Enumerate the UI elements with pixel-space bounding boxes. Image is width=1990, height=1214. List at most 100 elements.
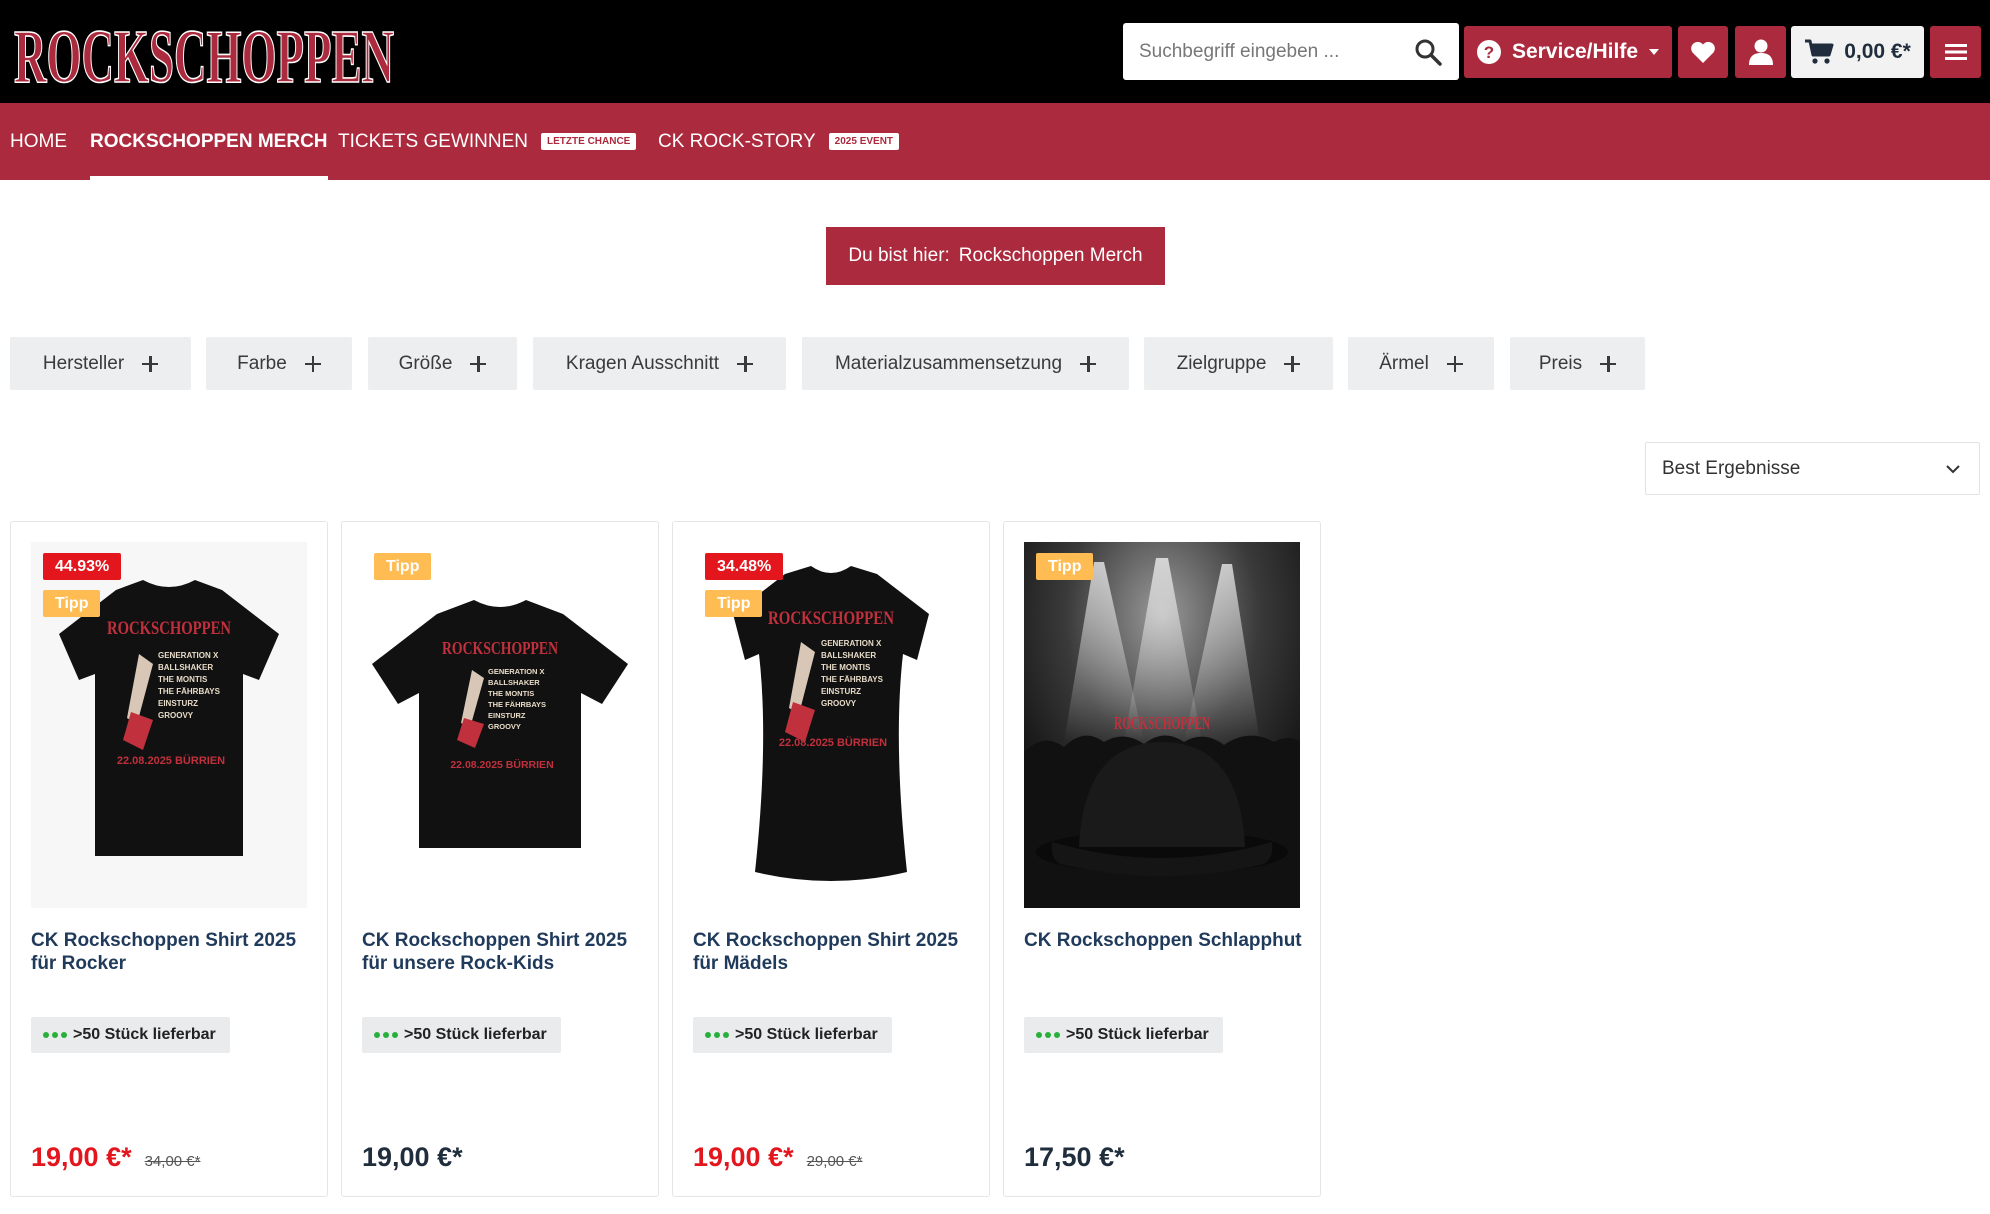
filter-label: Preis [1538, 352, 1583, 374]
nav-badge: 2025 EVENT [828, 133, 900, 150]
caret-down-icon [1649, 49, 1660, 55]
nav-item-label: CK Rock-Story [658, 130, 816, 152]
product-card[interactable]: ROCKSCHOPPEN GENERATION X BALLSHAKER THE… [10, 521, 328, 1197]
filter-farbe[interactable]: Farbe [206, 337, 352, 390]
current-price: 19,00 €* [31, 1142, 132, 1172]
nav-item-label: Rockschoppen Merch [90, 130, 328, 152]
availability-dots-icon [705, 1032, 729, 1038]
product-card[interactable]: ROCKSCHOPPEN GENERATION X BALLSHAKER THE… [341, 521, 659, 1197]
filter-groesse[interactable]: Größe [368, 337, 517, 390]
product-name[interactable]: CK Rockschoppen Shirt 2025 für Mädels [693, 929, 973, 975]
filter-label: Ärmel [1379, 352, 1429, 374]
tip-badge: Tipp [374, 553, 432, 580]
search-icon[interactable] [1413, 37, 1443, 67]
stock-status: >50 Stück lieferbar [693, 1017, 892, 1053]
nav-item-ck-rock-story[interactable]: CK Rock-Story 2025 EVENT [658, 103, 900, 180]
chevron-down-icon [1946, 465, 1960, 474]
nav-item-home[interactable]: Home [10, 103, 67, 180]
filter-preis[interactable]: Preis [1510, 337, 1645, 390]
svg-text:22.08.2025 BÜRRIEN: 22.08.2025 BÜRRIEN [117, 754, 225, 767]
breadcrumb-prefix: Du bist hier: [848, 245, 950, 266]
svg-text:ROCKSCHOPPEN: ROCKSCHOPPEN [768, 608, 894, 629]
nav-badge: LETZTE CHANCE [541, 133, 637, 150]
filter-label: Kragen Ausschnitt [565, 352, 720, 374]
availability-dots-icon [1036, 1032, 1060, 1038]
filter-hersteller[interactable]: Hersteller [10, 337, 191, 390]
product-image-schlapphut[interactable]: ROCKSCHOPPEN [1024, 542, 1300, 908]
svg-text:EINSTURZ: EINSTURZ [488, 711, 526, 720]
sort-select[interactable]: Best Ergebnisse [1645, 442, 1980, 495]
user-icon [1748, 39, 1773, 65]
product-card[interactable]: ROCKSCHOPPEN GENERATION X BALLSHAKER THE… [672, 521, 990, 1197]
service-help-button[interactable]: ? Service/Hilfe [1464, 26, 1672, 78]
old-price: 29,00 €* [806, 1153, 863, 1170]
plus-icon [470, 355, 487, 372]
product-image-shirt-kids[interactable]: ROCKSCHOPPEN GENERATION X BALLSHAKER THE… [362, 542, 638, 908]
product-price: 19,00 €* [362, 1142, 463, 1173]
svg-text:ROCKSCHOPPEN: ROCKSCHOPPEN [14, 15, 394, 92]
plus-icon [142, 355, 159, 372]
svg-text:BALLSHAKER: BALLSHAKER [488, 678, 540, 687]
filter-materialzusammensetzung[interactable]: Materialzusammensetzung [802, 337, 1129, 390]
discount-badge: 34.48% [705, 553, 784, 580]
breadcrumb: Du bist hier: Rockschoppen Merch [826, 227, 1165, 285]
breadcrumb-current[interactable]: Rockschoppen Merch [959, 245, 1143, 267]
svg-text:GENERATION X: GENERATION X [488, 667, 545, 676]
product-name[interactable]: CK Rockschoppen Schlapphut [1024, 929, 1304, 952]
discount-badge: 44.93% [43, 553, 122, 580]
stock-text: >50 Stück lieferbar [735, 1026, 878, 1043]
svg-text:THE MONTIS: THE MONTIS [821, 663, 871, 672]
stock-status: >50 Stück lieferbar [1024, 1017, 1223, 1053]
filter-kragen-ausschnitt[interactable]: Kragen Ausschnitt [533, 337, 786, 390]
product-name[interactable]: CK Rockschoppen Shirt 2025 für unsere Ro… [362, 929, 642, 975]
svg-text:22.08.2025 BÜRRIEN: 22.08.2025 BÜRRIEN [450, 758, 553, 771]
nav-item-label: Tickets gewinnen [338, 130, 529, 152]
svg-text:GROOVY: GROOVY [158, 711, 194, 720]
svg-text:EINSTURZ: EINSTURZ [158, 699, 198, 708]
cart-total: 0,00 €* [1844, 40, 1911, 63]
stock-status: >50 Stück lieferbar [31, 1017, 230, 1053]
nav-item-tickets-gewinnen[interactable]: Tickets gewinnen LETZTE CHANCE [338, 103, 637, 180]
svg-text:THE MONTIS: THE MONTIS [158, 675, 208, 684]
menu-button[interactable] [1930, 26, 1981, 78]
account-button[interactable] [1735, 26, 1786, 78]
svg-text:GENERATION X: GENERATION X [158, 651, 219, 660]
filter-zielgruppe[interactable]: Zielgruppe [1144, 337, 1333, 390]
heart-icon [1691, 41, 1715, 63]
product-card[interactable]: ROCKSCHOPPEN Tipp CK Rockschoppen Schlap… [1003, 521, 1321, 1197]
product-price: 19,00 €* 34,00 €* [31, 1142, 200, 1173]
filter-aermel[interactable]: Ärmel [1348, 337, 1494, 390]
search-box [1123, 23, 1459, 80]
plus-icon [304, 355, 321, 372]
product-price: 19,00 €* 29,00 €* [693, 1142, 862, 1173]
filter-label: Hersteller [42, 352, 125, 374]
cart-button[interactable]: 0,00 €* [1791, 26, 1924, 78]
stock-text: >50 Stück lieferbar [404, 1026, 547, 1043]
nav-item-rockschoppen-merch[interactable]: Rockschoppen Merch [90, 103, 328, 180]
plus-icon [1446, 355, 1463, 372]
tip-badge: Tipp [1036, 553, 1094, 580]
old-price: 34,00 €* [144, 1153, 201, 1170]
plus-icon [1600, 355, 1617, 372]
product-name[interactable]: CK Rockschoppen Shirt 2025 für Rocker [31, 929, 311, 975]
tip-badge: Tipp [705, 590, 763, 617]
svg-text:BALLSHAKER: BALLSHAKER [158, 663, 213, 672]
svg-text:GENERATION X: GENERATION X [821, 639, 882, 648]
plus-icon [737, 355, 754, 372]
svg-text:GROOVY: GROOVY [821, 699, 857, 708]
rockschoppen-logo[interactable]: ROCKSCHOPPEN [10, 10, 398, 92]
sort-selected-value: Best Ergebnisse [1662, 457, 1801, 479]
stock-text: >50 Stück lieferbar [1066, 1026, 1209, 1043]
wishlist-button[interactable] [1678, 26, 1728, 78]
svg-text:?: ? [1484, 43, 1494, 62]
svg-text:ROCKSCHOPPEN: ROCKSCHOPPEN [1114, 713, 1210, 733]
filter-label: Farbe [237, 352, 287, 374]
plus-icon [1080, 355, 1097, 372]
svg-text:ROCKSCHOPPEN: ROCKSCHOPPEN [107, 618, 231, 639]
plus-icon [1284, 355, 1301, 372]
search-input[interactable] [1123, 23, 1403, 80]
tip-badge: Tipp [43, 590, 101, 617]
stock-text: >50 Stück lieferbar [73, 1026, 216, 1043]
nav-item-label: Home [10, 130, 67, 152]
svg-text:GROOVY: GROOVY [488, 722, 521, 731]
